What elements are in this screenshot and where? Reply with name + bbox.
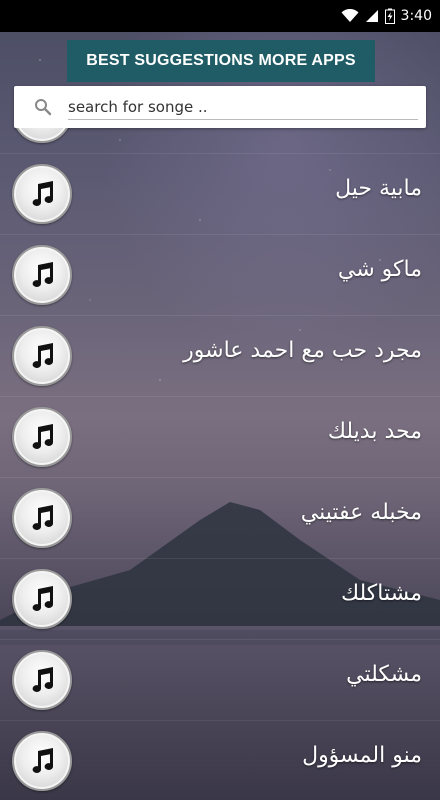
song-item[interactable]: مشتاكلك — [0, 558, 440, 638]
song-title: ماكو شي — [337, 257, 422, 282]
search-icon — [35, 99, 52, 116]
song-item[interactable]: مابية حيل — [0, 153, 440, 233]
song-title: مشكلتي — [346, 662, 422, 687]
song-title: مخبله عفتيني — [300, 500, 422, 525]
music-note-icon — [32, 667, 54, 692]
song-disc — [12, 731, 72, 791]
song-disc — [12, 569, 72, 629]
song-disc — [12, 650, 72, 710]
song-disc — [12, 488, 72, 548]
song-item[interactable] — [0, 128, 440, 152]
song-item[interactable]: مجرد حب مع احمد عاشور — [0, 315, 440, 395]
status-bar: 3:40 — [0, 0, 440, 32]
search-input[interactable] — [68, 94, 418, 120]
music-note-icon — [32, 343, 54, 368]
song-disc — [12, 164, 72, 224]
music-note-icon — [32, 181, 54, 206]
song-item[interactable]: مشكلتي — [0, 639, 440, 719]
song-disc — [12, 407, 72, 467]
music-note-icon — [26, 128, 58, 129]
song-title: مجرد حب مع احمد عاشور — [183, 338, 422, 363]
music-note-icon — [32, 424, 54, 449]
music-note-icon — [32, 262, 54, 287]
song-item[interactable]: منو المسؤول — [0, 720, 440, 800]
song-title: منو المسؤول — [302, 743, 422, 768]
battery-charging-icon — [384, 8, 395, 24]
wifi-icon — [341, 9, 359, 23]
song-item[interactable]: ماكو شي — [0, 234, 440, 314]
status-time: 3:40 — [400, 8, 432, 24]
song-item[interactable]: محد بديلك — [0, 396, 440, 476]
more-apps-banner[interactable]: BEST SUGGESTIONS MORE APPS — [67, 40, 375, 82]
music-note-icon — [32, 505, 54, 530]
song-disc — [12, 245, 72, 305]
song-disc — [12, 326, 72, 386]
search-bar — [14, 86, 426, 128]
song-item[interactable]: مخبله عفتيني — [0, 477, 440, 557]
song-disc — [12, 128, 72, 143]
cellular-signal-icon — [365, 9, 379, 23]
music-note-icon — [32, 748, 54, 773]
song-list: مابية حيل ماكو شي مجرد حب مع احمد عاشور … — [0, 128, 440, 800]
song-title: مشتاكلك — [340, 581, 422, 606]
music-note-icon — [32, 586, 54, 611]
song-title: محد بديلك — [327, 419, 422, 444]
song-title: مابية حيل — [335, 176, 422, 201]
